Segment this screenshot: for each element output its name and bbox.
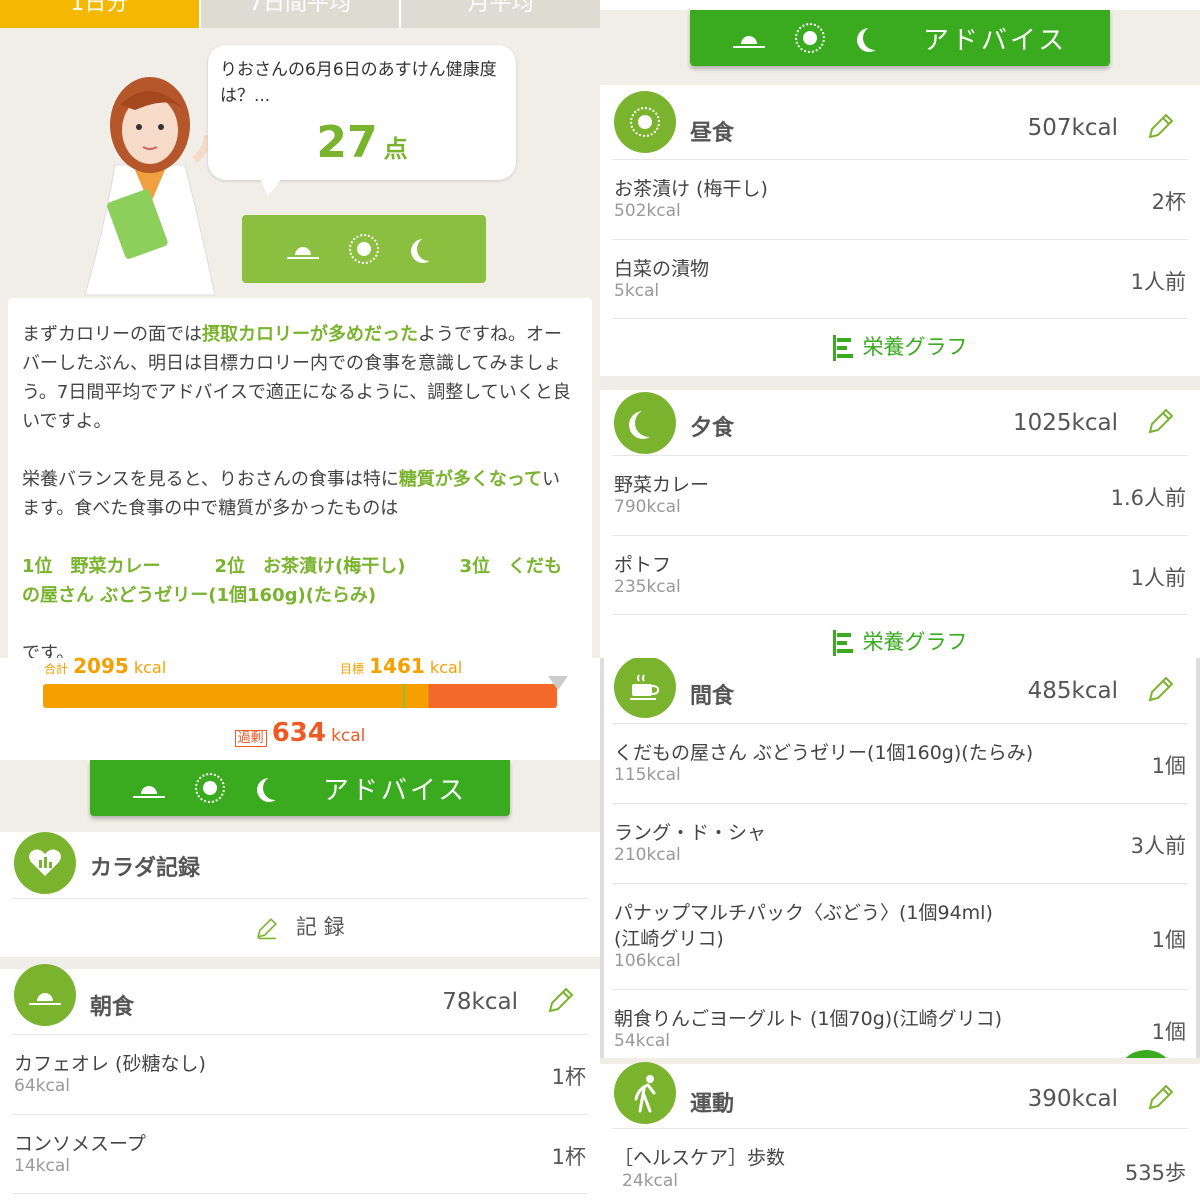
- advice-button-label: アドバイス: [322, 775, 468, 806]
- exercise-section: 運動 390kcal ［ヘルスケア］歩数 24kcal 535歩: [600, 1058, 1200, 1200]
- speech-bubble-tail: [260, 178, 282, 196]
- section-divider: [0, 957, 600, 969]
- snack-section: 間食 485kcal くだもの屋さん ぶどうゼリー(1個160g)(たらみ) 1…: [600, 658, 1200, 1058]
- snack-title: 間食: [690, 684, 735, 709]
- moon-icon: [263, 776, 287, 800]
- tab-day[interactable]: 1日分: [0, 0, 201, 28]
- advice-card: まずカロリーの面では摂取カロリーが多めだったようですね。オーバーしたぶん、明日は…: [8, 298, 592, 660]
- snack-kcal: 485kcal: [1027, 678, 1118, 704]
- heart-chart-icon: [14, 832, 76, 894]
- bar-graph-icon: [832, 630, 855, 656]
- tab-bar: 1日分 7日間平均 月平均: [0, 0, 600, 28]
- dinner-kcal: 1025kcal: [1013, 410, 1118, 436]
- sunrise-icon: [287, 239, 319, 259]
- lunch-section: 昼食 507kcal お茶漬け (梅干し) 502kcal 2杯 白菜の漬物 5…: [600, 85, 1200, 375]
- sunrise-icon: [132, 778, 165, 798]
- food-row[interactable]: 朝食りんごヨーグルト (1個70g)(江崎グリコ) 54kcal 1個: [612, 989, 1188, 1058]
- advisor-illustration: [84, 77, 216, 296]
- food-row[interactable]: くだもの屋さん ぶどうゼリー(1個160g)(たらみ) 115kcal 1個: [612, 723, 1188, 803]
- lunch-title: 昼食: [690, 121, 735, 146]
- target-calories: 目標 1461 kcal: [340, 654, 463, 678]
- tab-month[interactable]: 月平均: [401, 0, 600, 28]
- target-marker: [402, 684, 405, 708]
- sun-icon: [349, 234, 379, 264]
- total-calories: 合計 2095 kcal: [44, 654, 167, 678]
- nutrition-graph-link[interactable]: 栄養グラフ: [600, 331, 1200, 361]
- bar-end-marker: [548, 676, 568, 690]
- breakfast-kcal: 78kcal: [442, 989, 518, 1015]
- coffee-cup-icon: [614, 658, 676, 718]
- food-row[interactable]: カフェオレ (砂糖なし) 64kcal 1杯: [12, 1034, 588, 1114]
- edit-breakfast-icon[interactable]: [546, 985, 576, 1015]
- sunrise-icon: [732, 28, 765, 48]
- body-record-section: カラダ記録 記 録: [0, 832, 600, 957]
- left-bottom-pane: アドバイス カラダ記録 記 録 朝食 78kcal カフェオレ (砂糖なし) 6…: [0, 760, 600, 1200]
- record-link[interactable]: 記 録: [12, 898, 588, 954]
- exercise-title: 運動: [690, 1092, 735, 1117]
- left-top-pane: 1日分 7日間平均 月平均 りおさんの6月6日のあすけん健康度は？... 27 点…: [0, 0, 600, 760]
- food-row[interactable]: 野菜カレー 790kcal 1.6人前: [612, 455, 1188, 535]
- exercise-icon: [614, 1062, 676, 1124]
- moon-icon: [863, 26, 887, 50]
- dinner-section: 夕食 1025kcal 野菜カレー 790kcal 1.6人前 ポトフ 235k…: [600, 390, 1200, 658]
- over-calories: 過剰 634 kcal: [0, 718, 600, 748]
- meal-selector-button[interactable]: [242, 215, 486, 283]
- advice-button[interactable]: アドバイス: [90, 760, 510, 816]
- moon-icon: [417, 237, 441, 261]
- right-pane: アドバイス 昼食 507kcal お茶漬け (梅干し) 502kcal 2杯 白…: [600, 0, 1200, 1200]
- food-row[interactable]: ラング・ド・シャ 210kcal 3人前: [612, 803, 1188, 883]
- edit-lunch-icon[interactable]: [1146, 111, 1176, 141]
- food-row[interactable]: 白菜の漬物 5kcal 1人前: [612, 239, 1188, 319]
- tab-week[interactable]: 7日間平均: [200, 0, 402, 28]
- health-score: 27 点: [316, 117, 408, 168]
- lunch-kcal: 507kcal: [1027, 115, 1118, 141]
- edit-dinner-icon[interactable]: [1146, 406, 1176, 436]
- food-row[interactable]: パナップマルチパック〈ぶどう〉(1個94ml) (江崎グリコ) 106kcal …: [612, 883, 1188, 989]
- food-row[interactable]: ポトフ 235kcal 1人前: [612, 535, 1188, 615]
- nutrition-graph-link[interactable]: 栄養グラフ: [600, 626, 1200, 656]
- section-divider: [600, 376, 1200, 390]
- breakfast-title: 朝食: [90, 995, 135, 1020]
- calorie-summary: 合計 2095 kcal 目標 1461 kcal 過剰 634 kcal: [0, 654, 600, 760]
- food-row[interactable]: コンソメスープ 14kcal 1杯: [12, 1114, 588, 1194]
- calorie-bar: [43, 684, 557, 708]
- sun-icon: [194, 773, 225, 803]
- breakfast-section: 朝食 78kcal カフェオレ (砂糖なし) 64kcal 1杯 コンソメスープ…: [0, 964, 600, 1200]
- sun-icon: [794, 23, 825, 53]
- sunrise-icon: [14, 964, 76, 1026]
- calorie-bar-fill: [43, 684, 557, 708]
- speech-text: りおさんの6月6日のあすけん健康度は？...: [220, 60, 497, 106]
- sun-icon: [614, 91, 676, 153]
- exercise-kcal: 390kcal: [1027, 1086, 1118, 1112]
- exercise-row[interactable]: ［ヘルスケア］歩数 24kcal 535歩: [612, 1128, 1188, 1200]
- speech-bubble: りおさんの6月6日のあすけん健康度は？... 27 点: [208, 45, 516, 180]
- edit-exercise-icon[interactable]: [1146, 1082, 1176, 1112]
- bar-graph-icon: [832, 335, 855, 361]
- food-row[interactable]: お茶漬け (梅干し) 502kcal 2杯: [612, 159, 1188, 239]
- advice-text: まずカロリーの面では摂取カロリーが多めだったようですね。オーバーしたぶん、明日は…: [22, 324, 571, 660]
- moon-icon: [614, 392, 676, 454]
- body-record-title: カラダ記録: [90, 856, 201, 881]
- edit-snack-icon[interactable]: [1146, 674, 1176, 704]
- advice-button-top[interactable]: アドバイス: [690, 10, 1110, 66]
- pencil-icon: [257, 918, 278, 940]
- dinner-title: 夕食: [690, 416, 735, 441]
